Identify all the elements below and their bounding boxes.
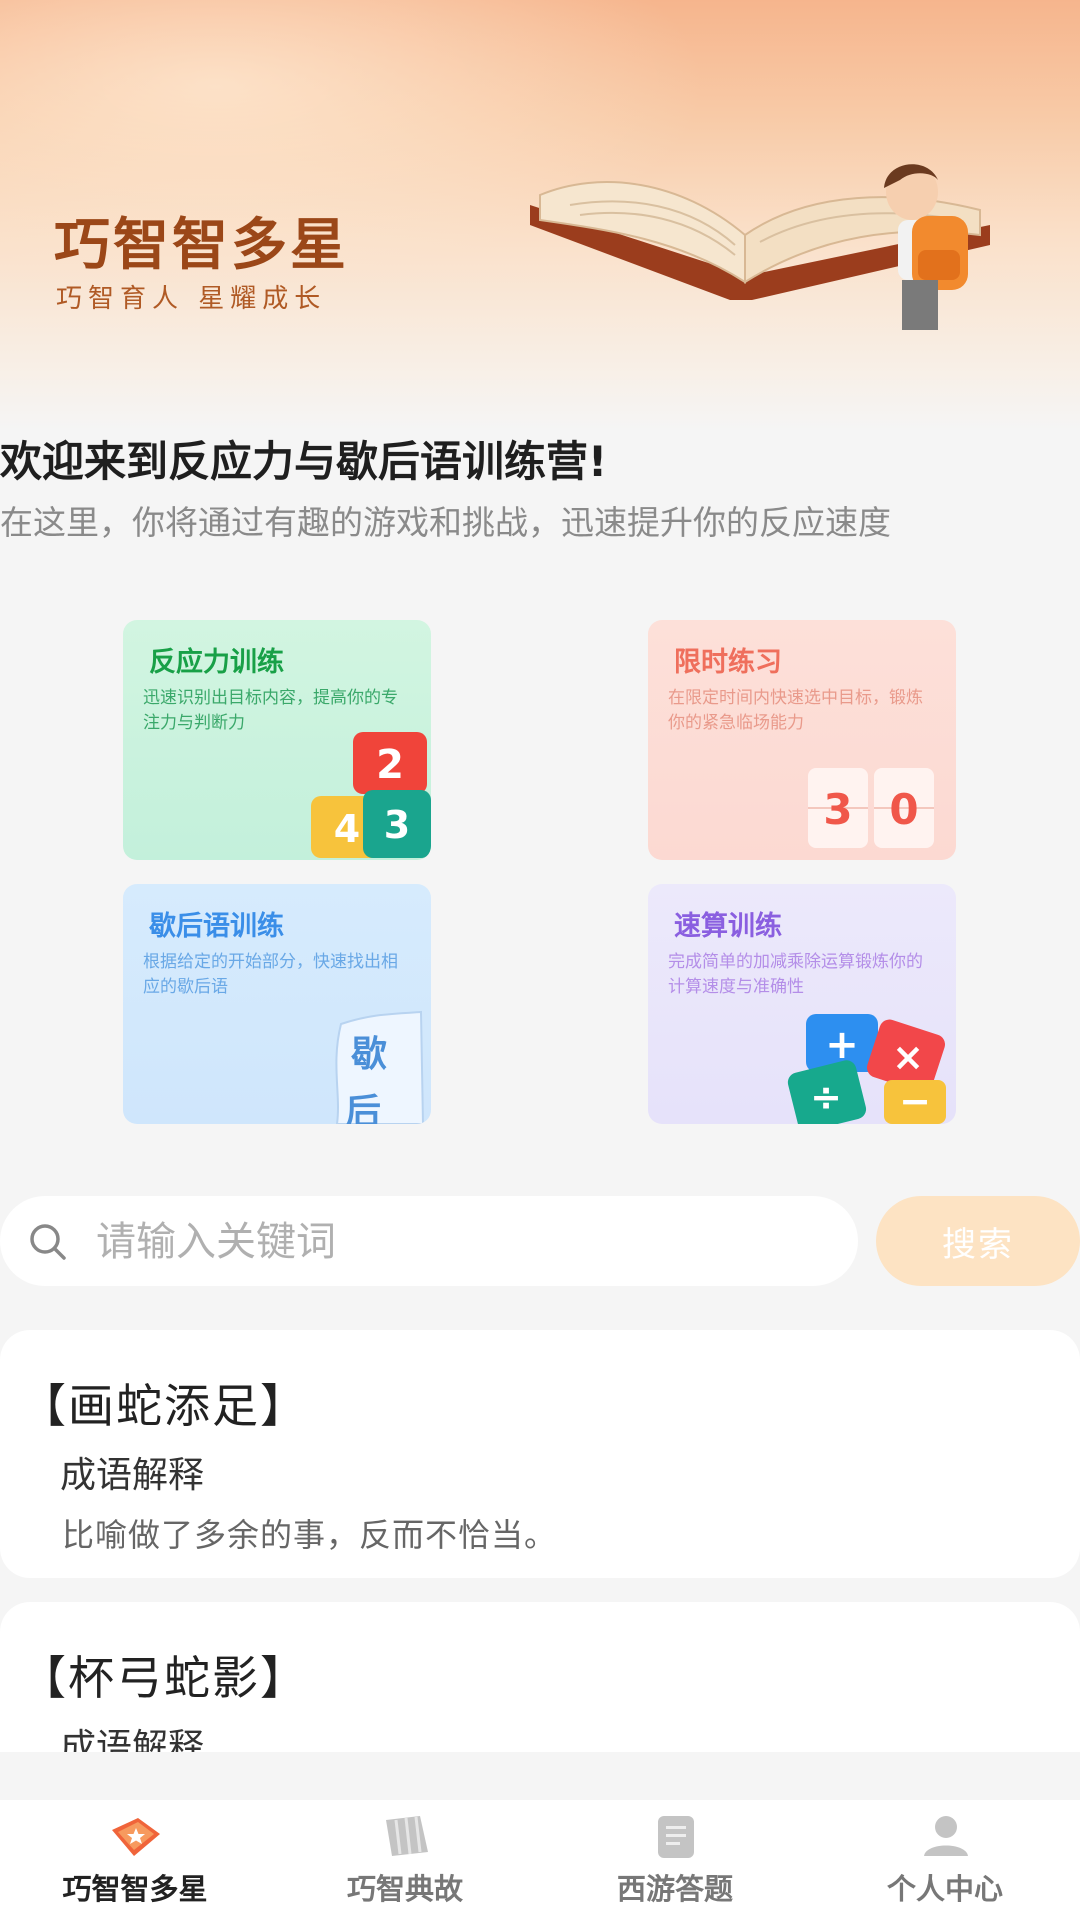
search-button[interactable]: 搜索 [876, 1196, 1080, 1286]
book-star-icon [112, 1818, 160, 1856]
reaction-training-card[interactable]: 反应力训练 迅速识别出目标内容，提高你的专注力与判断力 2 4 3 [123, 620, 431, 860]
idiom-explanation-text: 比喻做了多余的事，反而不恰当。 [62, 1516, 558, 1554]
search-bar [0, 1196, 858, 1288]
timed-practice-card[interactable]: 限时练习 在限定时间内快速选中目标，锻炼你的紧急临场能力 3 0 [648, 620, 956, 860]
nav-label: 巧智典故 [346, 1872, 463, 1906]
welcome-title: 欢迎来到反应力与歇后语训练营! [0, 437, 608, 486]
search-input[interactable] [94, 1196, 838, 1288]
card-description: 在限定时间内快速选中目标，锻炼你的紧急临场能力 [668, 688, 923, 733]
card-description: 迅速识别出目标内容，提高你的专注力与判断力 [143, 688, 398, 733]
nav-label: 巧智智多星 [62, 1872, 208, 1906]
minus-sign: − [899, 1079, 931, 1123]
card-title: 歇后语训练 [149, 911, 284, 942]
nav-tab-profile[interactable]: 个人中心 [810, 1800, 1080, 1920]
welcome-description: 在这里，你将通过有趣的游戏和挑战，迅速提升你的反应速度 [0, 503, 891, 542]
block-3: 3 [384, 803, 410, 847]
nav-tab-quiz[interactable]: 西游答题 [540, 1800, 810, 1920]
nav-tab-stories[interactable]: 巧智典故 [270, 1800, 540, 1920]
times-sign: × [892, 1035, 924, 1079]
countdown-timer-icon: 3 0 [808, 768, 934, 848]
block-4: 4 [334, 807, 360, 851]
quiz-icon [658, 1816, 694, 1858]
hero-book-illustration [530, 164, 990, 330]
scroll-char-2: 后 [345, 1091, 381, 1124]
card-title: 速算训练 [674, 911, 782, 942]
number-blocks-icon: 2 4 3 [311, 732, 431, 858]
scroll-paper-icon: 歇 后 [335, 1010, 425, 1124]
nav-label: 西游答题 [616, 1872, 733, 1906]
card-description: 完成简单的加减乘除运算锻炼你的计算速度与准确性 [668, 952, 923, 997]
xiehouyu-training-card[interactable]: 歇后语训练 根据给定的开始部分，快速找出相应的歇后语 歇 后 [123, 884, 431, 1124]
scroll-icon [386, 1816, 428, 1856]
idiom-explanation-label: 成语解释 [60, 1455, 205, 1496]
card-title: 限时练习 [674, 647, 782, 678]
mental-math-card[interactable]: 速算训练 完成简单的加减乘除运算锻炼你的计算速度与准确性 + × − ÷ [648, 884, 956, 1124]
bottom-navigation: 巧智智多星 巧智典故 西游答题 个人中心 [0, 1800, 1080, 1920]
app-logo-title: 巧智智多星 [54, 212, 349, 278]
card-title: 反应力训练 [149, 647, 284, 678]
search-icon [30, 1224, 66, 1260]
app-slogan: 巧智育人 星耀成长 [56, 284, 327, 314]
timer-digit-0: 0 [889, 785, 918, 834]
timer-digit-3: 3 [823, 785, 852, 834]
block-2: 2 [376, 742, 404, 788]
idiom-name: 【画蛇添足】 [20, 1379, 308, 1433]
list-scroll-edge [0, 1752, 1080, 1800]
user-icon [924, 1816, 968, 1856]
hero-banner: 巧智智多星 巧智育人 星耀成长 [0, 0, 1080, 430]
math-operators-icon: + × − ÷ [787, 1014, 946, 1124]
scroll-char-1: 歇 [351, 1033, 387, 1075]
idiom-list-item[interactable]: 【画蛇添足】 成语解释 比喻做了多余的事，反而不恰当。 [0, 1330, 1080, 1578]
divide-sign: ÷ [810, 1075, 842, 1119]
nav-label: 个人中心 [886, 1872, 1003, 1906]
card-description: 根据给定的开始部分，快速找出相应的歇后语 [143, 952, 398, 997]
idiom-name: 【杯弓蛇影】 [20, 1651, 308, 1705]
nav-tab-home[interactable]: 巧智智多星 [0, 1800, 270, 1920]
